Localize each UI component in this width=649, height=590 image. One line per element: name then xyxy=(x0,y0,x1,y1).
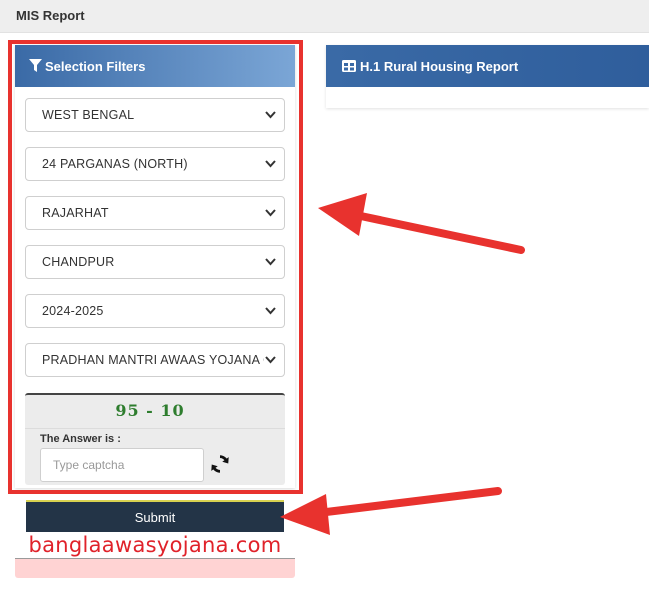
page: MIS Report Selection Filters WEST BENGAL… xyxy=(0,0,649,590)
annotation-arrow-filters xyxy=(318,193,525,254)
annotation-arrow-submit xyxy=(280,487,502,535)
annotation-arrows xyxy=(280,193,525,535)
